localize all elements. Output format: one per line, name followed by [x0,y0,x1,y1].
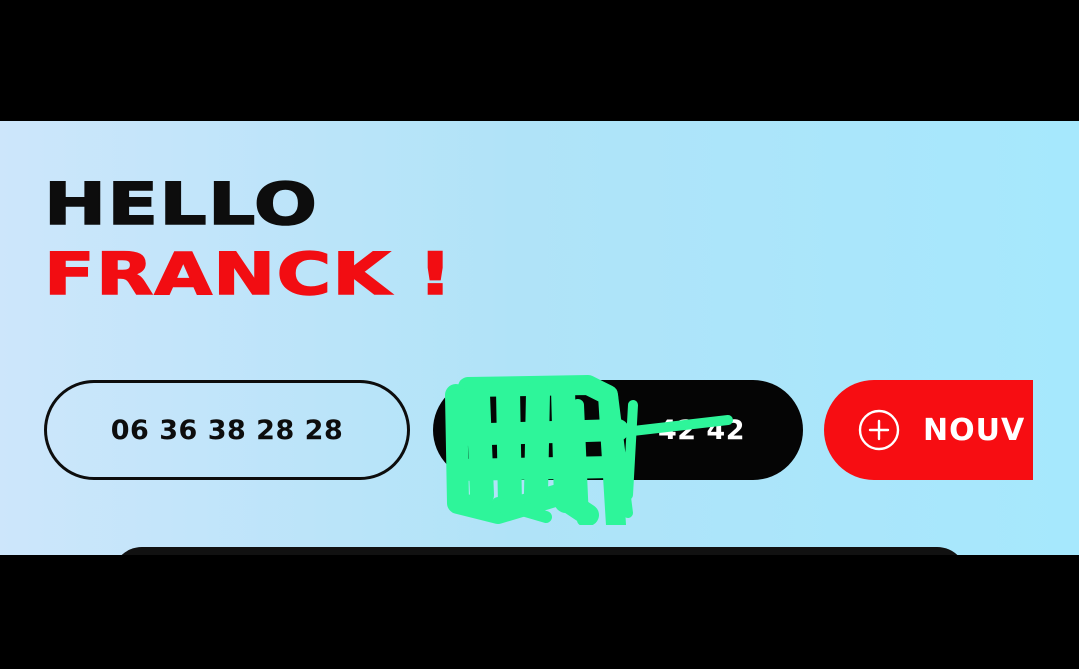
app-header-section: HELLO FRANCK ! 06 36 38 28 28 42 42 NOUV [0,121,1079,555]
actions-row: 06 36 38 28 28 42 42 NOUV [0,121,1033,555]
plus-circle-icon [858,409,900,451]
secondary-number-button[interactable]: 42 42 [433,380,803,480]
phone-number-button[interactable]: 06 36 38 28 28 [44,380,410,480]
screen: HELLO FRANCK ! 06 36 38 28 28 42 42 NOUV [0,0,1079,669]
new-button-label: NOUV [923,412,1026,448]
content-card-top [112,547,967,555]
new-button[interactable]: NOUV [824,380,1033,480]
secondary-number-label: 42 42 [657,414,745,446]
phone-number-label: 06 36 38 28 28 [110,414,344,446]
